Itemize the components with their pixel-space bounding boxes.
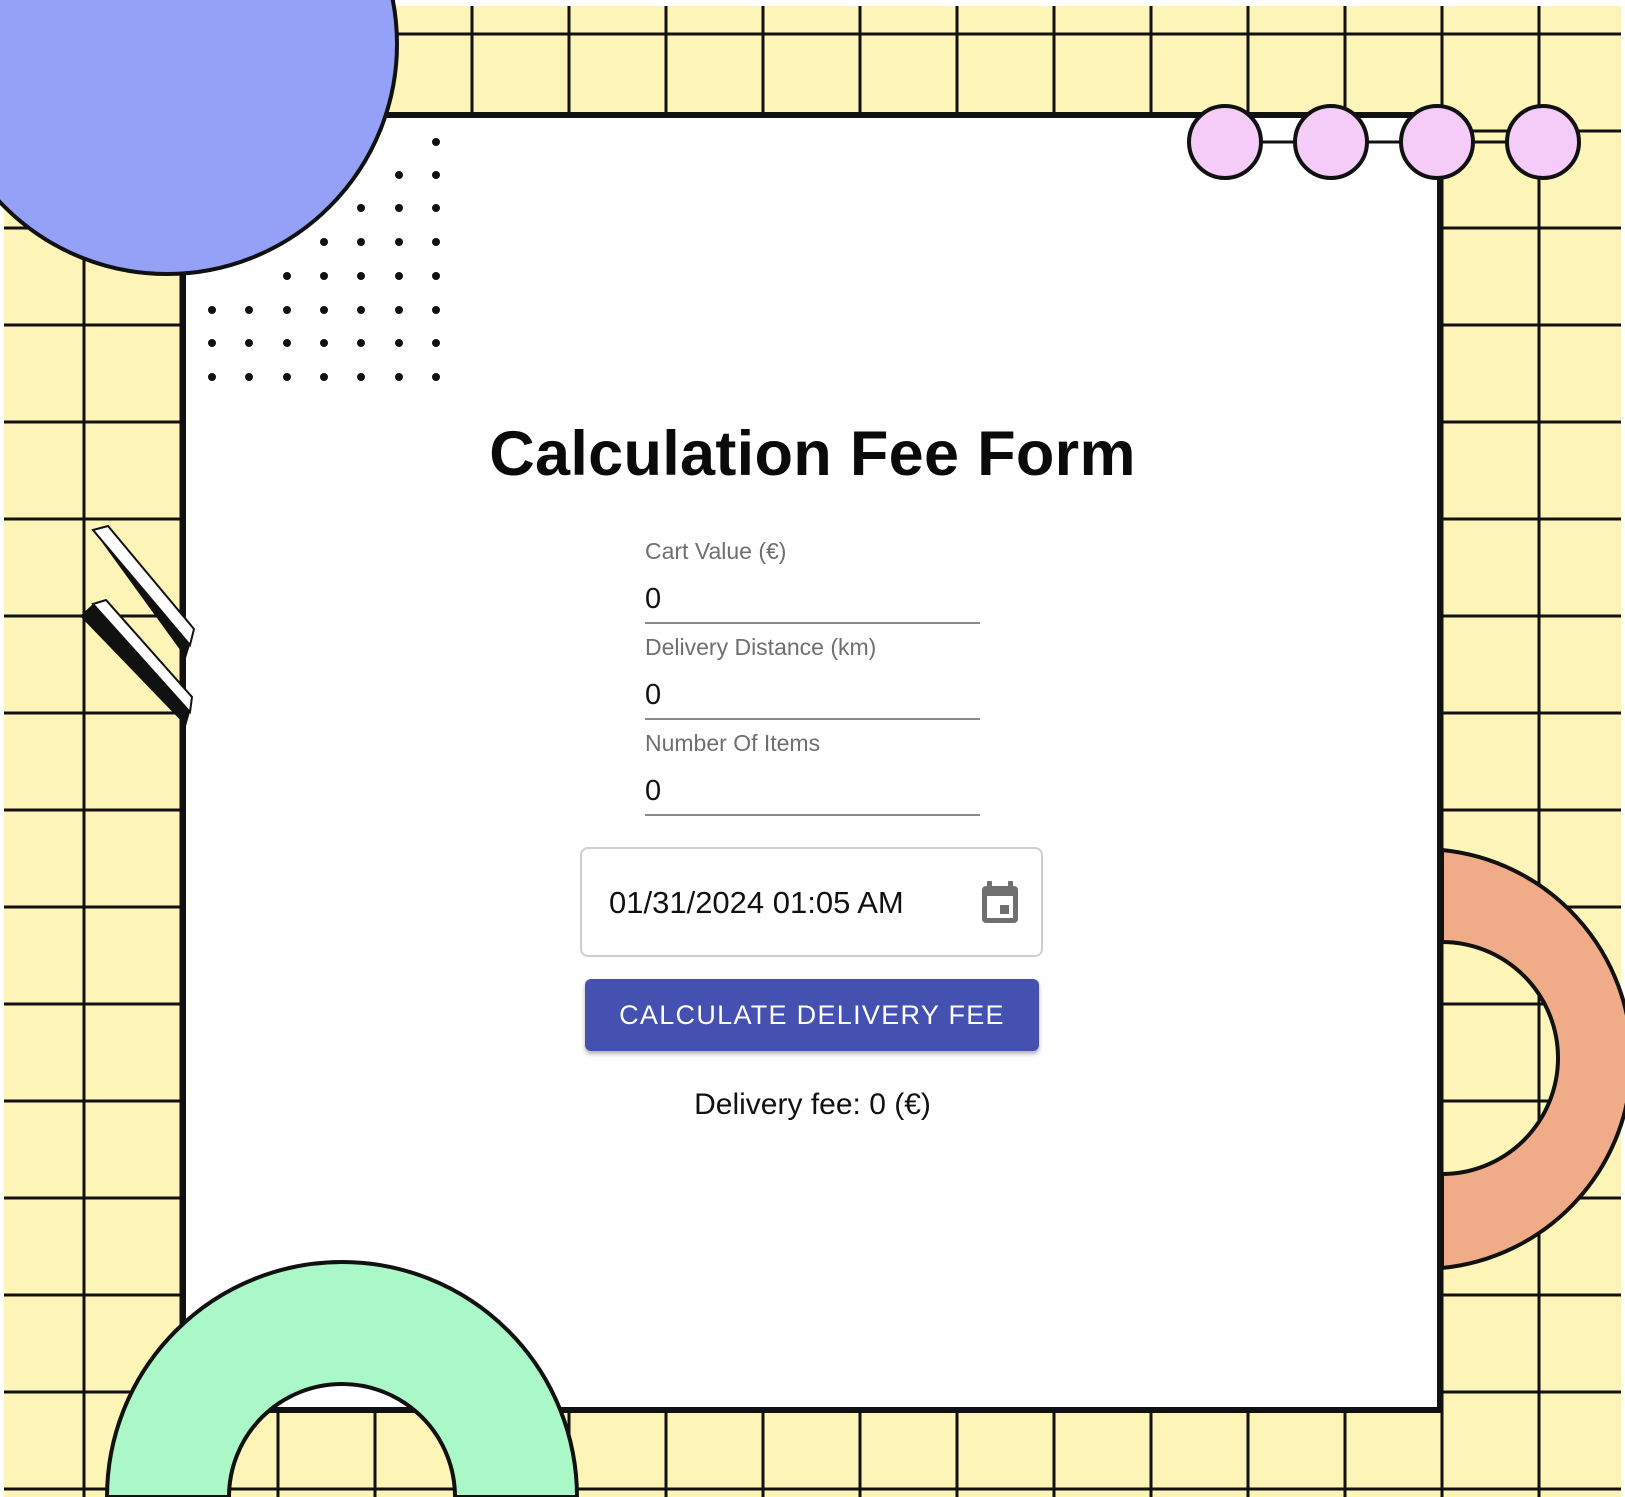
calculate-delivery-fee-button[interactable]: CALCULATE DELIVERY FEE: [585, 979, 1039, 1051]
calendar-icon[interactable]: [980, 881, 1020, 925]
pink-circle-decoration: [1293, 104, 1369, 180]
delivery-distance-input[interactable]: [645, 672, 980, 720]
cart-value-input[interactable]: [645, 576, 980, 624]
delivery-distance-label: Delivery Distance (km): [645, 634, 877, 660]
delivery-time-value[interactable]: 01/31/2024 01:05 AM: [609, 885, 904, 921]
number-of-items-label: Number Of Items: [645, 730, 821, 756]
page-title: Calculation Fee Form: [489, 419, 1136, 489]
number-of-items-input[interactable]: [645, 768, 980, 816]
pink-circle-decoration: [1187, 104, 1263, 180]
cart-value-label: Cart Value (€): [645, 538, 787, 564]
pink-circle-decoration: [1399, 104, 1475, 180]
pink-circle-decoration: [1505, 104, 1581, 180]
delivery-time-picker[interactable]: 01/31/2024 01:05 AM: [580, 847, 1043, 957]
delivery-fee-result: Delivery fee: 0 (€): [694, 1088, 931, 1121]
